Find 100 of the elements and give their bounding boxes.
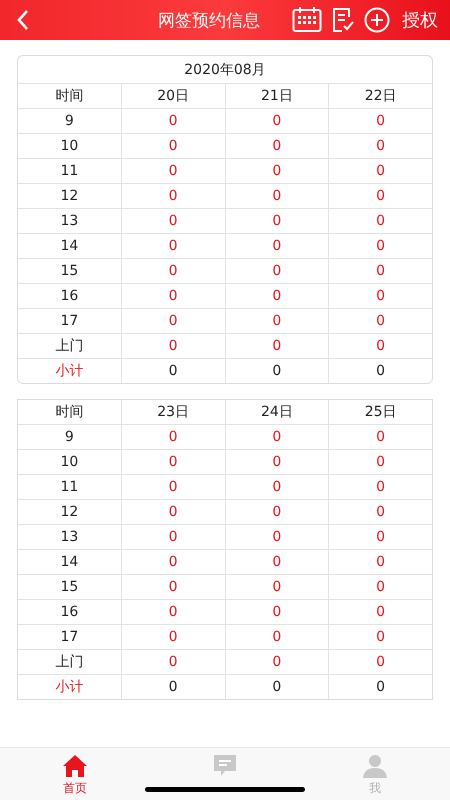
count-cell: 0 (226, 309, 330, 333)
time-cell: 9 (18, 425, 122, 449)
count-cell-text: 0 (375, 628, 386, 647)
count-cell: 0 (122, 450, 226, 474)
count-cell-text: 0 (375, 603, 386, 622)
count-cell: 0 (122, 475, 226, 499)
time-cell: 14 (18, 234, 122, 258)
count-cell: 0 (226, 284, 330, 308)
count-cell: 0 (122, 259, 226, 283)
column-header: 时间 (18, 400, 122, 424)
time-cell: 9 (18, 109, 122, 133)
checklist-icon[interactable] (332, 7, 354, 33)
count-cell: 0 (226, 134, 330, 158)
back-icon[interactable] (16, 9, 30, 31)
count-cell-text: 0 (375, 162, 386, 181)
count-cell: 0 (226, 500, 330, 524)
count-cell-text: 0 (375, 478, 386, 497)
count-cell-text: 0 (375, 653, 386, 672)
column-header: 时间 (18, 84, 122, 108)
count-cell: 0 (226, 259, 330, 283)
count-cell: 0 (122, 550, 226, 574)
time-cell: 17 (18, 309, 122, 333)
count-cell: 0 (122, 134, 226, 158)
count-cell-text: 0 (375, 362, 386, 381)
count-cell: 0 (226, 234, 330, 258)
count-cell: 0 (226, 650, 330, 674)
count-cell-text: 0 (375, 312, 386, 331)
column-header: 22日 (364, 87, 398, 106)
count-cell: 0 (226, 425, 330, 449)
count-cell: 0 (226, 600, 330, 624)
count-cell-text: 0 (375, 678, 386, 697)
time-cell: 11 (18, 159, 122, 183)
time-cell: 17 (18, 625, 122, 649)
count-cell: 0 (122, 334, 226, 358)
column-header: 23日 (122, 400, 226, 424)
count-cell: 0 (226, 109, 330, 133)
count-cell-text: 0 (375, 137, 386, 156)
count-cell-text: 0 (375, 528, 386, 547)
count-cell: 0 (122, 159, 226, 183)
count-cell-text: 0 (375, 112, 386, 131)
count-cell-text: 0 (375, 237, 386, 256)
time-cell: 15 (18, 575, 122, 599)
column-header: 20日 (122, 84, 226, 108)
column-header: 24日 (226, 400, 330, 424)
count-cell-text: 0 (375, 503, 386, 522)
count-cell: 0 (122, 109, 226, 133)
count-cell-text: 0 (375, 578, 386, 597)
count-cell: 0 (226, 450, 330, 474)
time-cell: 10 (18, 450, 122, 474)
count-cell: 0 (226, 359, 330, 383)
count-cell: 0 (122, 184, 226, 208)
authorize-button[interactable]: 授权 (400, 8, 440, 32)
count-cell: 0 (226, 575, 330, 599)
count-cell-text: 0 (375, 337, 386, 356)
count-cell: 0 (122, 625, 226, 649)
time-cell: 上门 (18, 334, 122, 358)
tab-item[interactable]: 首页 (0, 748, 150, 800)
time-cell: 13 (18, 525, 122, 549)
time-cell: 小计 (18, 675, 122, 699)
count-cell: 0 (226, 209, 330, 233)
count-cell: 0 (226, 334, 330, 358)
time-cell: 16 (18, 284, 122, 308)
time-cell: 13 (18, 209, 122, 233)
time-cell: 11 (18, 475, 122, 499)
time-cell: 16 (18, 600, 122, 624)
count-cell: 0 (122, 234, 226, 258)
count-cell: 0 (122, 575, 226, 599)
count-cell: 0 (122, 500, 226, 524)
count-cell-text: 0 (375, 453, 386, 472)
chat-icon (212, 754, 238, 778)
count-cell: 0 (122, 600, 226, 624)
column-header: 25日 (364, 403, 398, 422)
calendar-icon[interactable] (292, 7, 322, 33)
time-cell: 10 (18, 134, 122, 158)
time-cell: 12 (18, 500, 122, 524)
time-cell: 小计 (18, 359, 122, 383)
count-cell-text: 0 (375, 262, 386, 281)
count-cell-text: 0 (375, 428, 386, 447)
count-cell-text: 0 (375, 553, 386, 572)
column-header: 21日 (226, 84, 330, 108)
count-cell: 0 (122, 525, 226, 549)
time-cell: 14 (18, 550, 122, 574)
count-cell-text: 0 (375, 187, 386, 206)
count-cell: 0 (226, 184, 330, 208)
count-cell-text: 0 (375, 212, 386, 231)
add-icon[interactable] (364, 7, 390, 33)
count-cell: 0 (226, 475, 330, 499)
count-cell: 0 (226, 159, 330, 183)
count-cell: 0 (122, 650, 226, 674)
count-cell: 0 (122, 284, 226, 308)
count-cell: 0 (226, 625, 330, 649)
count-cell: 0 (122, 425, 226, 449)
count-cell: 0 (122, 309, 226, 333)
time-cell: 12 (18, 184, 122, 208)
count-cell: 0 (226, 675, 330, 699)
count-cell: 0 (226, 525, 330, 549)
person-icon (362, 754, 388, 778)
month-caption: 2020年08月 (18, 56, 432, 84)
time-cell: 15 (18, 259, 122, 283)
count-cell: 0 (226, 550, 330, 574)
